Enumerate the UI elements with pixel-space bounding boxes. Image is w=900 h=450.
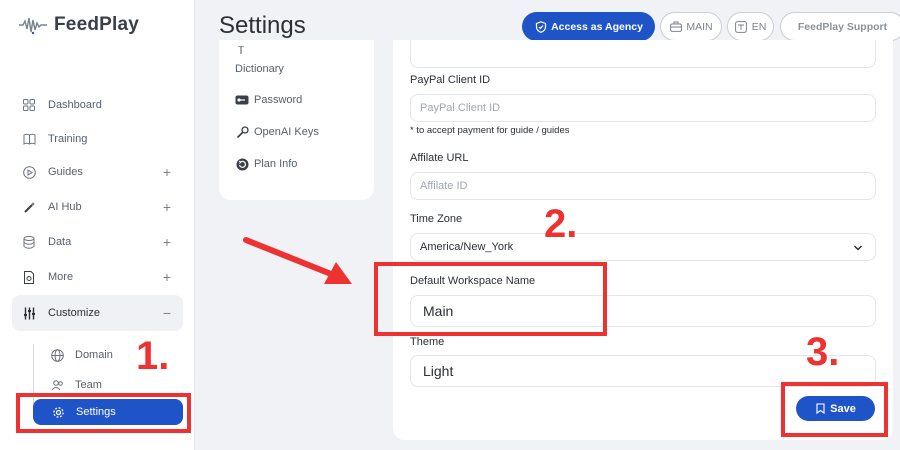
timezone-value: America/New_York — [420, 241, 514, 253]
settings-menu: Dictionary Password OpenAI Keys Plan Inf… — [219, 40, 374, 200]
affiliate-id-input[interactable]: Affilate ID — [410, 172, 876, 200]
previous-field[interactable] — [410, 40, 876, 68]
sidebar-subitem-label: Domain — [75, 349, 113, 361]
sidebar: FeedPlay Dashboard Training Guides + AI … — [0, 0, 195, 450]
sidebar-item-ai-hub[interactable]: AI Hub + — [12, 192, 183, 222]
workspace-label: MAIN — [686, 20, 713, 33]
annotation-step-2: 2. — [544, 202, 578, 246]
settings-menu-item-openai-keys[interactable]: OpenAI Keys — [235, 125, 319, 139]
logo-text: FeedPlay — [54, 14, 140, 35]
annotation-box-workspace — [374, 262, 607, 336]
paypal-hint: * to accept payment for guide / guides — [410, 125, 570, 136]
sidebar-item-label: AI Hub — [48, 201, 82, 213]
settings-menu-item-translation-top — [235, 46, 254, 54]
globe-icon — [50, 348, 64, 362]
support-label: FeedPlay Support — [797, 20, 888, 33]
sliders-icon — [22, 306, 36, 320]
annotation-box-settings — [16, 393, 191, 433]
expand-icon[interactable]: + — [163, 234, 171, 250]
sidebar-item-training[interactable]: Training — [12, 124, 183, 154]
play-circle-icon — [22, 165, 36, 179]
shield-icon — [534, 20, 547, 33]
expand-icon[interactable]: + — [163, 164, 171, 180]
key-icon — [235, 93, 249, 107]
chevron-down-icon — [853, 245, 863, 251]
sidebar-subitem-team[interactable]: Team — [50, 378, 102, 392]
paypal-label: PayPal Client ID — [410, 74, 491, 86]
access-as-agency-label: Access as Agency — [551, 20, 643, 33]
language-button[interactable]: EN — [727, 12, 774, 41]
translate-icon — [235, 46, 249, 54]
wrench-icon — [235, 125, 249, 139]
settings-form: PayPal Client ID PayPal Client ID * to a… — [393, 40, 893, 440]
settings-menu-label: Dictionary — [235, 63, 284, 75]
annotation-step-1: 1. — [136, 334, 170, 378]
settings-menu-item-password[interactable]: Password — [235, 93, 302, 107]
annotation-box-save — [781, 382, 888, 437]
sidebar-item-more[interactable]: More + — [12, 262, 183, 292]
sidebar-item-data[interactable]: Data + — [12, 227, 183, 257]
settings-menu-item-dictionary[interactable]: Dictionary — [235, 63, 284, 75]
sidebar-subitem-domain[interactable]: Domain — [50, 348, 113, 362]
book-icon — [22, 132, 36, 146]
magic-wand-icon — [22, 200, 36, 214]
affiliate-label: Affilate URL — [410, 152, 469, 164]
refresh-icon — [235, 157, 249, 171]
translate-icon — [735, 20, 748, 33]
sidebar-item-label: Data — [48, 236, 72, 248]
annotation-step-3: 3. — [806, 330, 840, 374]
access-as-agency-button[interactable]: Access as Agency — [522, 12, 655, 41]
grid-icon — [22, 98, 36, 112]
support-button[interactable]: FeedPlay Support — [780, 12, 900, 41]
expand-icon[interactable]: + — [163, 269, 171, 285]
users-icon — [50, 378, 64, 392]
timezone-select[interactable]: America/New_York — [410, 233, 876, 261]
logo-wave-icon — [19, 17, 47, 35]
annotation-arrow — [243, 237, 352, 284]
paypal-client-id-input[interactable]: PayPal Client ID — [410, 94, 876, 122]
workspace-button[interactable]: MAIN — [660, 12, 722, 41]
page-title: Settings — [219, 12, 306, 39]
sidebar-subitem-label: Team — [75, 379, 102, 391]
logo[interactable]: FeedPlay — [18, 14, 139, 36]
collapse-icon[interactable]: − — [163, 305, 171, 321]
sidebar-item-label: More — [48, 271, 74, 283]
language-label: EN — [751, 20, 767, 33]
expand-icon[interactable]: + — [163, 199, 171, 215]
sidebar-item-guides[interactable]: Guides + — [12, 157, 183, 187]
theme-label: Theme — [410, 336, 445, 348]
sidebar-item-dashboard[interactable]: Dashboard — [12, 90, 183, 120]
sidebar-item-customize[interactable]: Customize − — [12, 295, 183, 331]
settings-menu-item-plan-info[interactable]: Plan Info — [235, 157, 297, 171]
sidebar-item-label: Training — [48, 133, 88, 145]
settings-menu-label: Password — [254, 94, 303, 106]
sidebar-item-label: Guides — [48, 166, 83, 178]
settings-menu-label: Plan Info — [254, 158, 298, 170]
settings-menu-label: OpenAI Keys — [254, 126, 319, 138]
timezone-label: Time Zone — [410, 213, 463, 225]
file-icon — [22, 270, 36, 284]
database-icon — [22, 235, 36, 249]
sidebar-item-label: Dashboard — [48, 99, 102, 111]
briefcase-icon — [669, 20, 682, 33]
sidebar-item-label: Customize — [48, 307, 100, 319]
